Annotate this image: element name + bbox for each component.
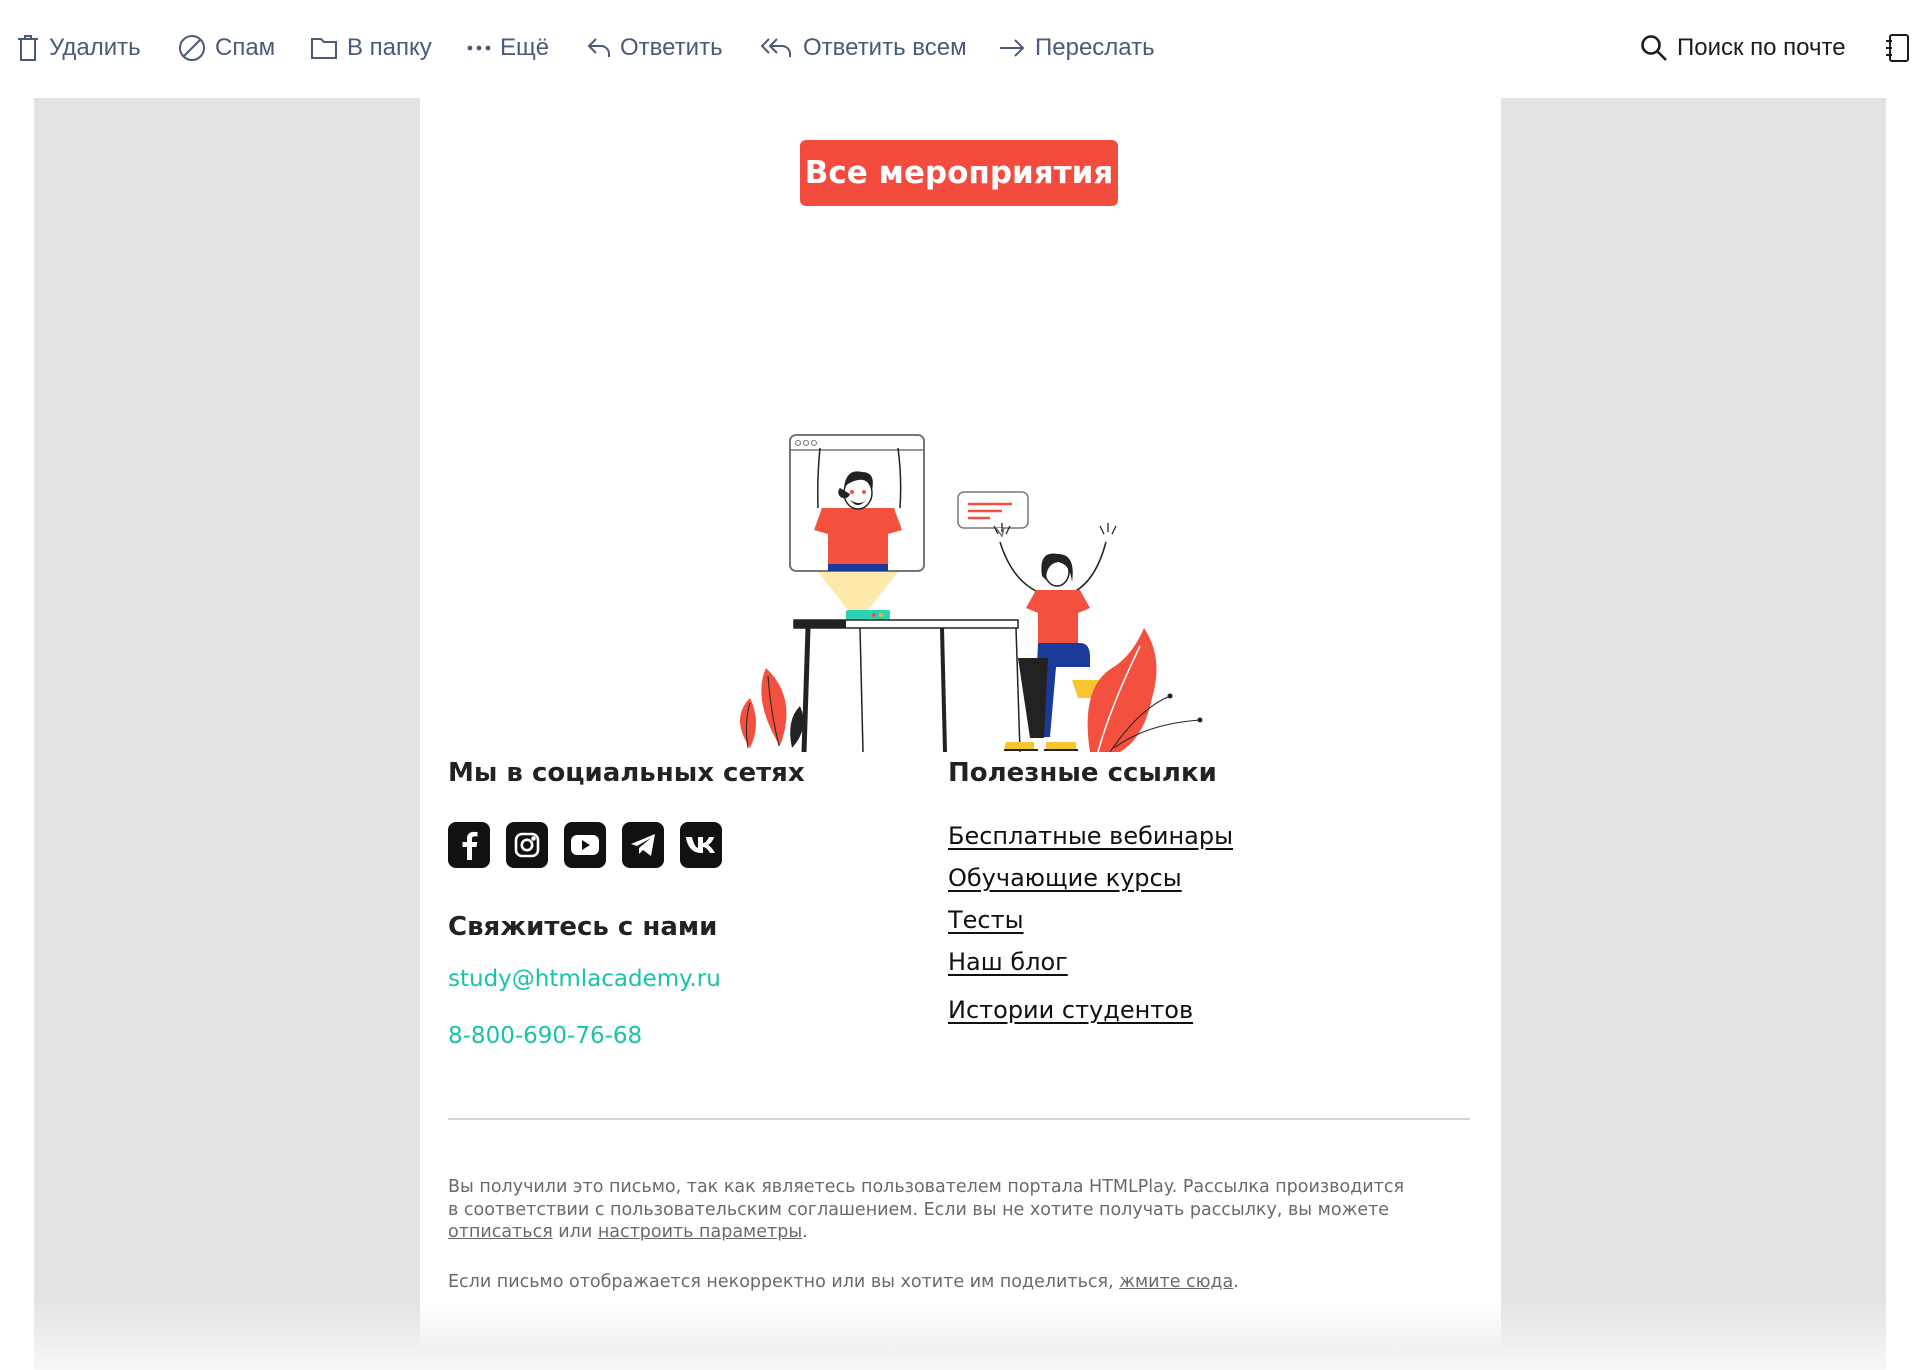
forward-icon xyxy=(998,37,1026,59)
search-label: Поиск по почте xyxy=(1677,34,1846,61)
footer-line-1: Вы получили это письмо, так как являетес… xyxy=(448,1177,1405,1197)
email-content: Все мероприятия Мы в социальных сетях Св… xyxy=(420,98,1501,1352)
contact-phone-link[interactable]: 8-800-690-76-68 xyxy=(448,1023,642,1049)
telegram-icon[interactable] xyxy=(622,822,664,868)
reply-all-label: Ответить всем xyxy=(803,34,967,61)
mail-toolbar: Удалить Спам В папку Ещё Ответить Ответи… xyxy=(0,0,1914,96)
bottom-shadow xyxy=(34,1300,1886,1370)
youtube-icon[interactable] xyxy=(564,822,606,868)
mail-gutter-left xyxy=(34,98,420,1352)
footer-notice: Вы получили это письмо, так как являетес… xyxy=(448,1176,1448,1244)
trash-icon xyxy=(16,34,40,62)
sidebar-toggle-button[interactable] xyxy=(1884,28,1910,68)
move-to-folder-button[interactable]: В папку xyxy=(310,28,432,68)
mail-gutter-right xyxy=(1501,98,1886,1352)
footer-divider xyxy=(448,1118,1470,1120)
delete-button[interactable]: Удалить xyxy=(16,28,141,68)
links-heading: Полезные ссылки xyxy=(948,758,1217,788)
spam-button[interactable]: Спам xyxy=(178,28,275,68)
more-label: Ещё xyxy=(500,34,550,61)
reply-label: Ответить xyxy=(620,34,723,61)
all-events-button[interactable]: Все мероприятия xyxy=(800,140,1118,206)
reply-button[interactable]: Ответить xyxy=(587,28,723,68)
vk-icon[interactable] xyxy=(680,822,722,868)
footer-line-2: в соответствии с пользовательским соглаш… xyxy=(448,1199,1390,1220)
reply-all-button[interactable]: Ответить всем xyxy=(760,28,967,68)
spam-label: Спам xyxy=(215,34,276,61)
webinar-illustration xyxy=(700,328,1240,762)
reply-all-icon xyxy=(760,37,794,59)
link-blog[interactable]: Наш блог xyxy=(948,948,1068,976)
more-button[interactable]: Ещё xyxy=(467,28,549,68)
link-free-webinars[interactable]: Бесплатные вебинары xyxy=(948,822,1233,850)
footer-share-notice: Если письмо отображается некорректно или… xyxy=(448,1271,1448,1294)
contact-heading: Свяжитесь с нами xyxy=(448,912,718,942)
view-online-link[interactable]: жмите сюда xyxy=(1119,1272,1233,1292)
footer-line-3: Если письмо отображается некорректно или… xyxy=(448,1272,1114,1292)
forward-button[interactable]: Переслать xyxy=(998,28,1155,68)
block-icon xyxy=(178,34,206,62)
link-tests[interactable]: Тесты xyxy=(948,906,1024,934)
contact-email-link[interactable]: study@htmlacademy.ru xyxy=(448,966,721,992)
footer-dot-2: . xyxy=(1233,1272,1239,1292)
reply-icon xyxy=(587,37,611,59)
link-student-stories[interactable]: Истории студентов xyxy=(948,996,1193,1024)
ellipsis-icon xyxy=(467,44,491,52)
instagram-icon[interactable] xyxy=(506,822,548,868)
social-heading: Мы в социальных сетях xyxy=(448,758,805,788)
mail-search-button[interactable]: Поиск по почте xyxy=(1640,28,1846,68)
panel-icon xyxy=(1884,33,1910,63)
footer-dot: . xyxy=(802,1222,808,1242)
move-to-folder-label: В папку xyxy=(347,34,432,61)
facebook-icon[interactable] xyxy=(448,822,490,868)
unsubscribe-link[interactable]: отписаться xyxy=(448,1222,553,1242)
search-icon xyxy=(1640,34,1668,62)
forward-label: Переслать xyxy=(1035,34,1155,61)
folder-icon xyxy=(310,36,338,60)
link-courses[interactable]: Обучающие курсы xyxy=(948,864,1182,892)
settings-link[interactable]: настроить параметры xyxy=(598,1222,802,1242)
footer-or: или xyxy=(558,1222,593,1242)
social-icons xyxy=(448,822,722,868)
delete-label: Удалить xyxy=(49,34,141,61)
